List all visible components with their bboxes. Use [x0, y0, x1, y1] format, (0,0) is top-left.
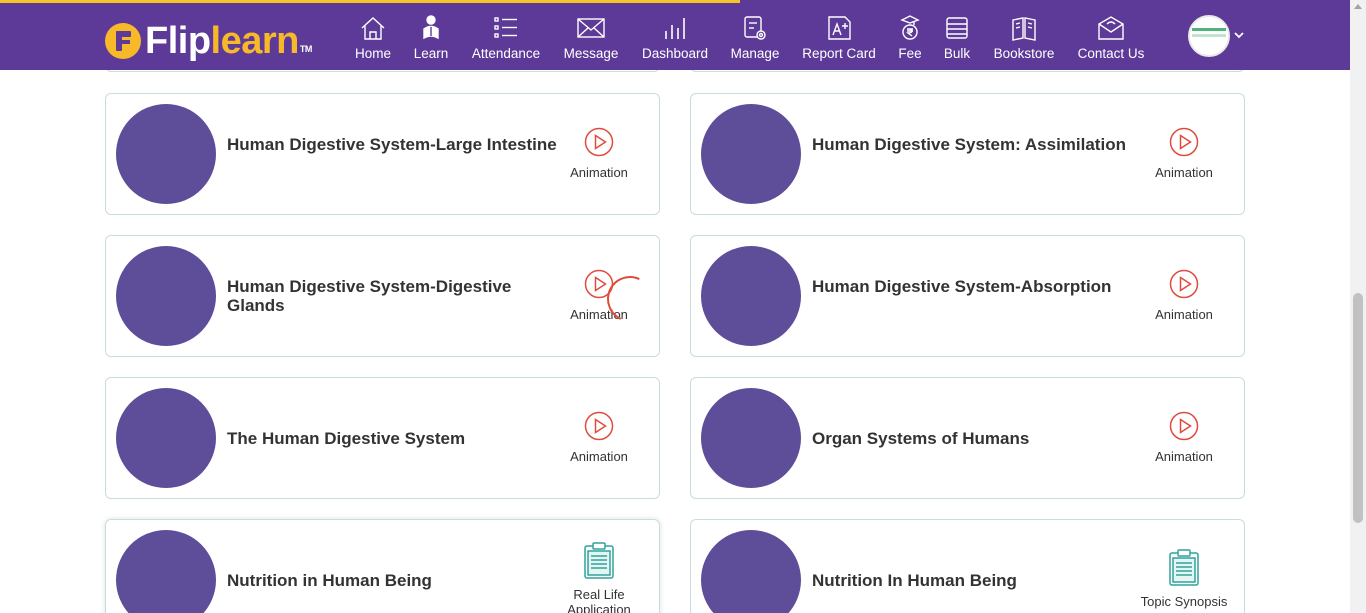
- content-card[interactable]: Human Digestive System-Absorption Animat…: [690, 235, 1245, 357]
- card-thumbnail: [701, 530, 801, 613]
- nav-manage-label: Manage: [730, 46, 780, 61]
- nav-bulk-label: Bulk: [943, 46, 971, 61]
- nav-dashboard-label: Dashboard: [641, 46, 709, 61]
- nav-manage[interactable]: Manage: [729, 14, 781, 64]
- nav-bookstore[interactable]: Bookstore: [991, 14, 1057, 64]
- card-action-label: Animation: [1155, 449, 1213, 464]
- manage-gear-icon: [740, 14, 770, 42]
- nav-message[interactable]: Message: [562, 14, 620, 64]
- nav-bookstore-label: Bookstore: [993, 46, 1055, 61]
- content-card[interactable]: The Human Digestive System Animation: [105, 377, 660, 499]
- fliplearn-logo-icon: [105, 23, 141, 59]
- attendance-list-icon: [491, 14, 521, 42]
- card-action-label: Real Life Application: [567, 587, 631, 613]
- logo-text-learn: learn: [210, 20, 300, 62]
- nav-message-label: Message: [563, 46, 619, 61]
- card-action-label: Topic Synopsis: [1140, 594, 1228, 609]
- report-card-icon: [824, 14, 854, 42]
- topic-synopsis-button[interactable]: Topic Synopsis: [1124, 549, 1244, 609]
- card-title: The Human Digestive System: [227, 429, 466, 448]
- animation-button[interactable]: Animation: [1124, 269, 1244, 322]
- chevron-down-icon[interactable]: [1233, 28, 1245, 40]
- card-action-label: Animation: [570, 449, 628, 464]
- scrollbar-thumb[interactable]: [1353, 293, 1363, 523]
- card-title: Nutrition In Human Being: [812, 571, 1017, 590]
- card-title: Human Digestive System-Digestive Glands: [227, 277, 512, 315]
- card-action-label: Animation: [1155, 307, 1213, 322]
- learn-icon: [416, 14, 446, 42]
- real-life-application-button[interactable]: Real Life Application: [539, 542, 659, 613]
- play-circle-icon: [584, 127, 614, 162]
- nav-learn[interactable]: Learn: [411, 14, 451, 64]
- content-card[interactable]: Human Digestive System-Digestive Glands …: [105, 235, 660, 357]
- animation-button[interactable]: Animation: [1124, 127, 1244, 180]
- page-scrollbar[interactable]: [1350, 0, 1366, 613]
- logo-trademark: TM: [299, 44, 313, 54]
- nav-report-card[interactable]: Report Card: [801, 14, 877, 64]
- animation-button[interactable]: Animation: [539, 411, 659, 464]
- nav-learn-label: Learn: [413, 46, 449, 61]
- content-card[interactable]: Nutrition in Human Being Real Life Appli…: [105, 519, 660, 613]
- nav-home-label: Home: [354, 46, 391, 61]
- clipboard-document-icon: [1168, 549, 1200, 592]
- card-title: Organ Systems of Humans: [812, 429, 1030, 448]
- card-title: Human Digestive System-Absorption: [812, 277, 1112, 296]
- nav-bulk[interactable]: Bulk: [941, 14, 973, 64]
- animation-button[interactable]: Animation: [539, 127, 659, 180]
- nav-report-card-label: Report Card: [802, 46, 876, 61]
- card-action-label: Animation: [570, 165, 628, 180]
- content-card[interactable]: Human Digestive System: Assimilation Ani…: [690, 93, 1245, 215]
- scroll-up-arrow-icon[interactable]: [1354, 4, 1362, 9]
- page-loading-bar: [0, 0, 740, 3]
- avatar-stripe: [1192, 34, 1226, 37]
- card-thumbnail: [701, 388, 801, 488]
- nav-attendance-label: Attendance: [471, 46, 541, 61]
- play-circle-icon: [1169, 269, 1199, 304]
- fee-rupee-icon: [895, 14, 925, 42]
- card-action-label: Animation: [1155, 165, 1213, 180]
- card-thumbnail: [116, 246, 216, 346]
- envelope-icon: [576, 14, 606, 42]
- card-thumbnail: [701, 104, 801, 204]
- card-title: Human Digestive System-Large Intestine: [227, 135, 557, 154]
- fliplearn-logo[interactable]: FliplearnTM: [105, 21, 312, 61]
- avatar-stripe: [1192, 28, 1226, 31]
- nav-contact-us[interactable]: Contact Us: [1076, 14, 1146, 64]
- card-thumbnail: [116, 530, 216, 613]
- top-navbar: FliplearnTM Home Learn Attendance Messag…: [0, 0, 1350, 70]
- logo-text-flip: Flip: [145, 20, 211, 62]
- content-card[interactable]: Organ Systems of Humans Animation: [690, 377, 1245, 499]
- card-thumbnail: [116, 388, 216, 488]
- play-circle-icon: [584, 411, 614, 446]
- animation-button[interactable]: Animation: [1124, 411, 1244, 464]
- content-card[interactable]: Human Digestive System-Large Intestine A…: [105, 93, 660, 215]
- nav-fee[interactable]: Fee: [894, 14, 926, 64]
- user-avatar[interactable]: [1188, 15, 1230, 57]
- content-card[interactable]: Nutrition In Human Being Topic Synopsis: [690, 519, 1245, 613]
- nav-home[interactable]: Home: [353, 14, 393, 64]
- bulk-stack-icon: [942, 14, 972, 42]
- nav-contact-us-label: Contact Us: [1077, 46, 1145, 61]
- nav-fee-label: Fee: [898, 46, 922, 61]
- play-circle-icon: [1169, 127, 1199, 162]
- play-circle-icon: [1169, 411, 1199, 446]
- contact-envelope-icon: [1096, 14, 1126, 42]
- nav-attendance[interactable]: Attendance: [470, 14, 542, 64]
- home-icon: [358, 14, 388, 42]
- logo-wordmark: FliplearnTM: [145, 21, 312, 61]
- bar-chart-icon: [660, 14, 690, 42]
- clipboard-document-icon: [583, 542, 615, 585]
- card-thumbnail: [701, 246, 801, 346]
- card-title: Human Digestive System: Assimilation: [812, 135, 1126, 154]
- book-icon: [1009, 14, 1039, 42]
- nav-dashboard[interactable]: Dashboard: [640, 14, 710, 64]
- page: FliplearnTM Home Learn Attendance Messag…: [0, 0, 1366, 613]
- card-thumbnail: [116, 104, 216, 204]
- card-title: Nutrition in Human Being: [227, 571, 432, 590]
